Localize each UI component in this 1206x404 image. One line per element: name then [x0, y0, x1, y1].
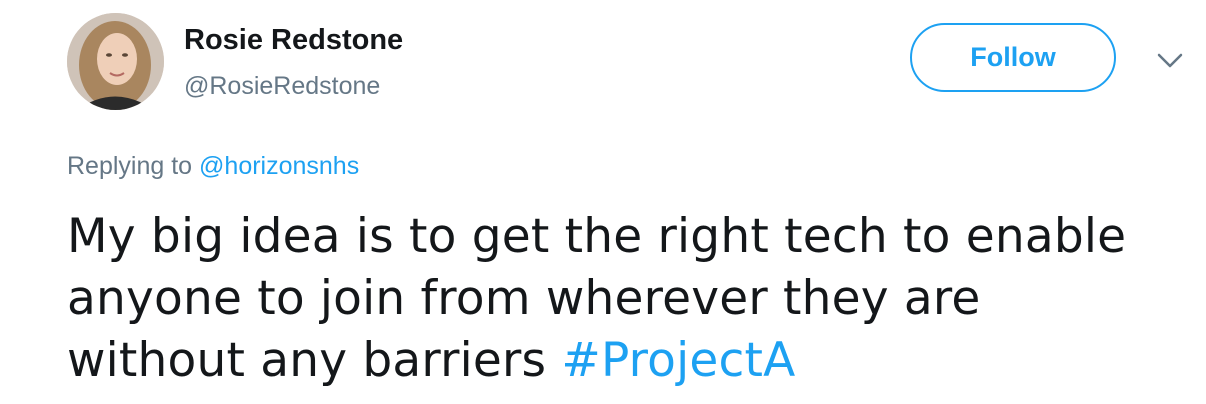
chevron-down-icon[interactable]	[1150, 46, 1190, 76]
tweet-text-fragment: without any barriers	[67, 333, 562, 388]
avatar-photo	[67, 13, 164, 110]
replying-to: Replying to @horizonsnhs	[67, 150, 359, 182]
tweet-text: My big idea is to get the right tech to …	[67, 206, 1187, 392]
avatar[interactable]	[67, 13, 164, 110]
tweet-text-line: anyone to join from wherever they are	[67, 271, 981, 326]
author-handle[interactable]: @RosieRedstone	[184, 70, 380, 102]
tweet-text-line: without any barriers #ProjectA	[67, 330, 1187, 392]
hashtag-link[interactable]: #ProjectA	[561, 333, 795, 388]
author-display-name[interactable]: Rosie Redstone	[184, 22, 403, 58]
tweet-text-line: My big idea is to get the right tech to …	[67, 209, 1127, 264]
replying-prefix: Replying to	[67, 152, 200, 180]
reply-mention-link[interactable]: @horizonsnhs	[199, 152, 359, 180]
tweet-card: Rosie Redstone @RosieRedstone Follow Rep…	[0, 0, 1206, 404]
follow-button[interactable]: Follow	[910, 23, 1116, 92]
